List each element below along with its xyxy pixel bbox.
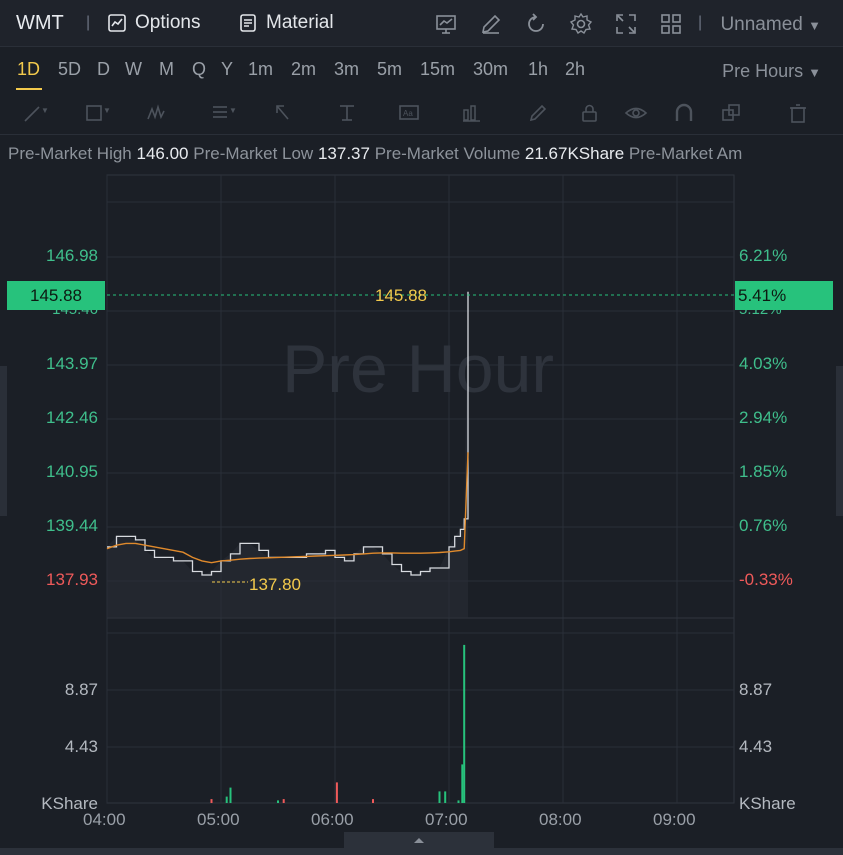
percent-tick: 0.76%	[739, 516, 788, 535]
price-chart[interactable]: Pre Hour 145.88 137.80	[0, 0, 843, 855]
volume-bar	[210, 799, 213, 803]
price-tick: 143.97	[46, 354, 98, 373]
time-tick: 08:00	[539, 810, 582, 829]
volume-tick: 8.87	[739, 680, 773, 699]
volume-bar	[461, 764, 464, 803]
volume-bar	[457, 800, 460, 803]
volume-bar	[463, 644, 466, 803]
volume-bar	[277, 800, 279, 803]
chart-grid	[106, 174, 735, 804]
current-percent-tag: 5.41%	[735, 281, 833, 310]
time-tick: 06:00	[311, 810, 354, 829]
time-tick: 04:00	[83, 810, 126, 829]
volume-bar	[282, 799, 285, 803]
plot-frame	[106, 174, 735, 804]
percent-tick: 2.94%	[739, 408, 788, 427]
bottom-bar	[0, 848, 843, 855]
current-price-line-label: 145.88	[375, 286, 427, 305]
right-panel-handle[interactable]	[836, 366, 843, 516]
price-tick: 140.95	[46, 462, 98, 481]
volume-bar	[225, 796, 228, 803]
volume-bar	[335, 782, 338, 803]
volume-bar	[444, 791, 447, 803]
volume-tick: 4.43	[64, 737, 98, 756]
price-tick: 146.98	[46, 246, 98, 265]
current-price-tag: 145.88	[7, 281, 105, 310]
price-tick: 139.44	[46, 516, 98, 535]
time-tick: 09:00	[653, 810, 696, 829]
low-price-label: 137.80	[249, 575, 301, 594]
left-panel-handle[interactable]	[0, 366, 7, 516]
time-scroll-thumb[interactable]	[344, 832, 494, 848]
price-tick: 137.93	[46, 570, 98, 589]
time-tick: 05:00	[197, 810, 240, 829]
percent-tick: 6.21%	[739, 246, 788, 265]
percent-tick: 4.03%	[739, 354, 788, 373]
volume-unit: KShare	[739, 794, 796, 813]
percent-tick: 1.85%	[739, 462, 788, 481]
volume-bar	[229, 787, 232, 803]
percent-tick: -0.33%	[739, 570, 793, 589]
caret-up-icon	[414, 838, 424, 843]
volume-bar	[438, 791, 441, 803]
volume-tick: 8.87	[64, 680, 98, 699]
price-tick: 142.46	[46, 408, 98, 427]
volume-bar	[372, 799, 374, 803]
time-tick: 07:00	[425, 810, 468, 829]
watermark: Pre Hour	[282, 331, 554, 407]
volume-tick: 4.43	[739, 737, 773, 756]
